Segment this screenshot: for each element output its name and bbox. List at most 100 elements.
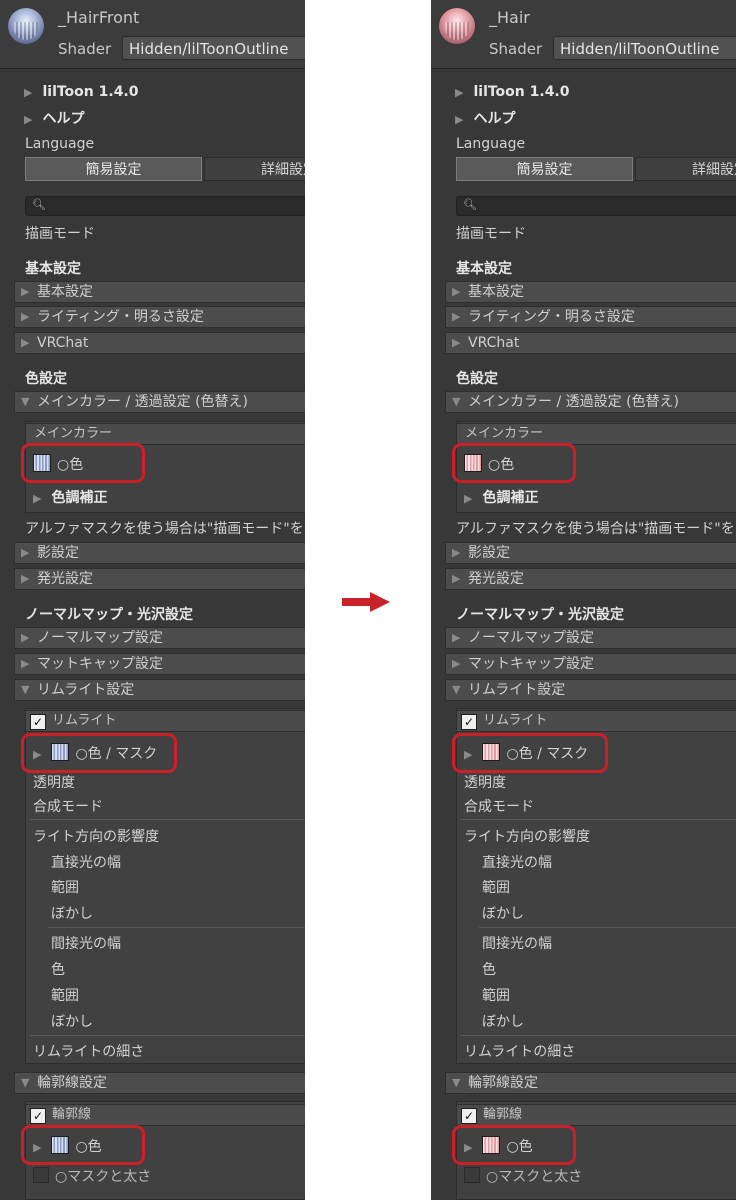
highlight-frame: [452, 1125, 576, 1165]
tab-detail-settings[interactable]: 詳細設定: [635, 157, 736, 181]
divider: [461, 819, 736, 820]
divider: [479, 927, 736, 928]
triangle-right-icon: ▶: [452, 572, 461, 585]
rim-blur-label: ぼかし: [51, 1014, 93, 1030]
foldout-shadow[interactable]: ▶ 影設定: [445, 542, 736, 564]
triangle-right-icon: ▶: [21, 657, 30, 670]
foldout-matcap[interactable]: ▶ マットキャップ設定: [14, 653, 305, 675]
foldout-normal-map[interactable]: ▶ ノーマルマップ設定: [445, 627, 736, 649]
triangle-right-icon: ▶: [33, 492, 42, 505]
rim-thickness-label: リムライトの細さ: [464, 1044, 576, 1060]
rimlight-toggle[interactable]: ✓ リムライト: [456, 710, 736, 732]
version-foldout[interactable]: ▶ lilToon 1.4.0: [24, 84, 305, 100]
rim-indirect-color-label: 色: [482, 962, 496, 978]
foldout-outline[interactable]: ▼ 輪郭線設定: [14, 1072, 305, 1094]
foldout-main-color[interactable]: ▼ メインカラー / 透過設定 (色替え): [14, 391, 305, 413]
section-color: 色設定: [25, 371, 67, 387]
foldout-lighting[interactable]: ▶ ライティング・明るさ設定: [14, 306, 305, 328]
triangle-right-icon: ▶: [452, 310, 461, 323]
foldout-matcap[interactable]: ▶ マットキャップ設定: [445, 653, 736, 675]
divider: [48, 927, 305, 928]
rim-range-label: 範囲: [51, 880, 79, 896]
foldout-basic-settings[interactable]: ▶ 基本設定: [445, 281, 736, 303]
shader-dropdown[interactable]: Hidden/lilToonOutline: [553, 36, 736, 60]
foldout-rimlight[interactable]: ▼ リムライト設定: [14, 679, 305, 701]
rim-indirect-color-label: 色: [51, 962, 65, 978]
foldout-vrchat[interactable]: ▶ VRChat: [14, 332, 305, 354]
foldout-outline[interactable]: ▼ 輪郭線設定: [445, 1072, 736, 1094]
outline-mask-property[interactable]: ○マスクと太さ: [33, 1166, 305, 1186]
tab-detail-settings[interactable]: 詳細設定: [204, 157, 305, 181]
rim-thickness-label: リムライトの細さ: [33, 1044, 145, 1060]
checkbox-checked-icon[interactable]: ✓: [461, 714, 477, 730]
inspector-panel-before: _HairFront Shader Hidden/lilToonOutline …: [0, 0, 305, 1200]
checkbox-checked-icon[interactable]: ✓: [30, 714, 46, 730]
foldout-normal-map[interactable]: ▶ ノーマルマップ設定: [14, 627, 305, 649]
highlight-frame: [452, 443, 576, 483]
outline-mask-property[interactable]: ○マスクと太さ: [464, 1166, 736, 1186]
foldout-lighting[interactable]: ▶ ライティング・明るさ設定: [445, 306, 736, 328]
rim-range-label: 範囲: [482, 988, 510, 1004]
checkbox-checked-icon[interactable]: ✓: [30, 1108, 46, 1124]
search-input[interactable]: 🔍︎: [456, 196, 736, 216]
triangle-right-icon: ▶: [455, 113, 464, 126]
rim-blur-label: ぼかし: [51, 906, 93, 922]
section-basic: 基本設定: [25, 261, 81, 277]
triangle-down-icon: ▼: [21, 395, 30, 408]
triangle-right-icon: ▶: [21, 285, 30, 298]
outline-toggle[interactable]: ✓ 輪郭線: [25, 1104, 305, 1126]
rim-light-direction-label: ライト方向の影響度: [464, 829, 590, 845]
arrow-right-icon: [342, 592, 390, 612]
mode-tabs: 簡易設定 詳細設定: [456, 157, 736, 181]
search-input[interactable]: 🔍︎: [25, 196, 305, 216]
render-mode-label: 描画モード: [25, 226, 95, 242]
triangle-right-icon: ▶: [21, 310, 30, 323]
shader-dropdown[interactable]: Hidden/lilToonOutline: [122, 36, 305, 60]
search-icon: 🔍︎: [463, 198, 477, 211]
triangle-right-icon: ▶: [452, 631, 461, 644]
mode-tabs: 簡易設定 詳細設定: [25, 157, 305, 181]
triangle-down-icon: ▼: [21, 683, 30, 696]
search-icon: 🔍︎: [32, 198, 46, 211]
rim-transparency-label: 透明度: [464, 775, 506, 791]
color-adjust-foldout[interactable]: ▶ 色調補正: [33, 487, 305, 507]
checkbox-checked-icon[interactable]: ✓: [461, 1108, 477, 1124]
inspector-panel-after: _Hair Shader Hidden/lilToonOutline ▶ lilT…: [431, 0, 736, 1200]
foldout-vrchat[interactable]: ▶ VRChat: [445, 332, 736, 354]
triangle-right-icon: ▶: [21, 546, 30, 559]
checkbox-empty-icon[interactable]: [33, 1167, 49, 1183]
material-name: _Hair: [489, 8, 530, 27]
shader-label: Shader: [489, 40, 543, 58]
triangle-down-icon: ▼: [452, 1076, 461, 1089]
help-foldout[interactable]: ▶ ヘルプ: [24, 108, 305, 128]
triangle-right-icon: ▶: [21, 631, 30, 644]
foldout-emission[interactable]: ▶ 発光設定: [14, 568, 305, 590]
triangle-right-icon: ▶: [452, 336, 461, 349]
foldout-shadow[interactable]: ▶ 影設定: [14, 542, 305, 564]
rim-direct-width-label: 直接光の幅: [51, 855, 121, 871]
section-color: 色設定: [456, 371, 498, 387]
section-normal-gloss: ノーマルマップ・光沢設定: [25, 607, 193, 623]
alpha-mask-note: アルファマスクを使う場合は"描画モード"をカットアウトに: [25, 521, 305, 537]
highlight-frame: [21, 443, 145, 483]
foldout-main-color[interactable]: ▼ メインカラー / 透過設定 (色替え): [445, 391, 736, 413]
shader-label: Shader: [58, 40, 112, 58]
foldout-basic-settings[interactable]: ▶ 基本設定: [14, 281, 305, 303]
foldout-rimlight[interactable]: ▼ リムライト設定: [445, 679, 736, 701]
rimlight-toggle[interactable]: ✓ リムライト: [25, 710, 305, 732]
color-adjust-foldout[interactable]: ▶ 色調補正: [464, 487, 736, 507]
triangle-right-icon: ▶: [21, 572, 30, 585]
render-mode-label: 描画モード: [456, 226, 526, 242]
version-foldout[interactable]: ▶ lilToon 1.4.0: [455, 84, 736, 100]
outline-toggle[interactable]: ✓ 輪郭線: [456, 1104, 736, 1126]
tab-simple-settings[interactable]: 簡易設定: [456, 157, 633, 181]
foldout-emission[interactable]: ▶ 発光設定: [445, 568, 736, 590]
triangle-right-icon: ▶: [455, 86, 464, 99]
triangle-right-icon: ▶: [452, 657, 461, 670]
checkbox-empty-icon[interactable]: [464, 1167, 480, 1183]
tab-simple-settings[interactable]: 簡易設定: [25, 157, 202, 181]
help-foldout[interactable]: ▶ ヘルプ: [455, 108, 736, 128]
main-color-subheader: メインカラー: [456, 423, 736, 445]
language-label: Language: [25, 136, 95, 152]
language-label: Language: [456, 136, 526, 152]
